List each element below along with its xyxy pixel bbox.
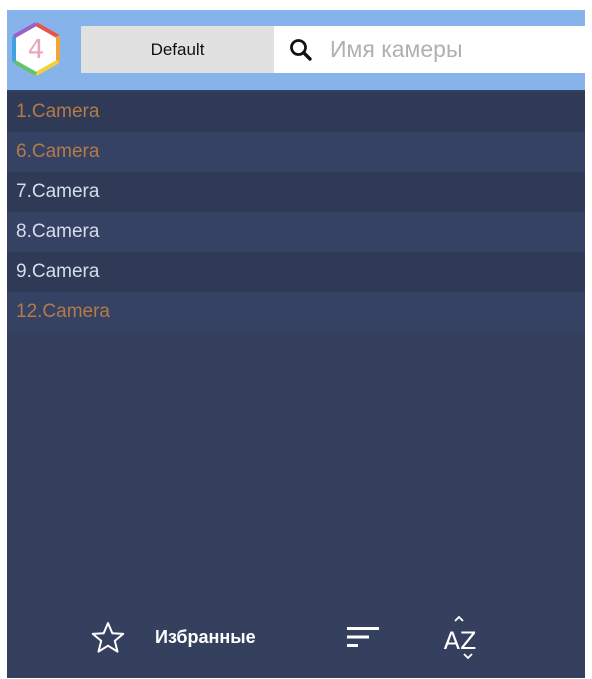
camera-panel: 4 Default 1.Camera 6.Camera 7.Camera 8.C… xyxy=(7,10,585,678)
layout-select-button[interactable]: Default xyxy=(81,26,274,73)
camera-list-item[interactable]: 6.Camera xyxy=(7,132,585,172)
camera-search-input[interactable] xyxy=(330,26,580,73)
sort-lines-icon[interactable] xyxy=(345,621,381,653)
search-icon xyxy=(290,39,312,61)
layout-label: Default xyxy=(150,39,205,59)
camera-list-item[interactable]: 8.Camera xyxy=(7,212,585,252)
search-box xyxy=(274,26,585,73)
sort-az-icon[interactable]: AZ xyxy=(437,616,483,660)
logo-icon: 4 xyxy=(12,22,60,76)
logo-text: 4 xyxy=(28,35,45,65)
header-bar: 4 Default xyxy=(7,10,585,90)
camera-list-item[interactable]: 1.Camera xyxy=(7,92,585,132)
favorites-button[interactable]: Избранные xyxy=(155,622,256,652)
camera-list: 1.Camera 6.Camera 7.Camera 8.Camera 9.Ca… xyxy=(7,92,585,332)
sort-az-text: AZ xyxy=(444,627,477,655)
star-icon[interactable] xyxy=(90,620,126,656)
camera-list-item[interactable]: 9.Camera xyxy=(7,252,585,292)
camera-list-item[interactable]: 7.Camera xyxy=(7,172,585,212)
camera-list-item[interactable]: 12.Camera xyxy=(7,292,585,332)
footer-toolbar: Избранные AZ xyxy=(7,608,585,668)
